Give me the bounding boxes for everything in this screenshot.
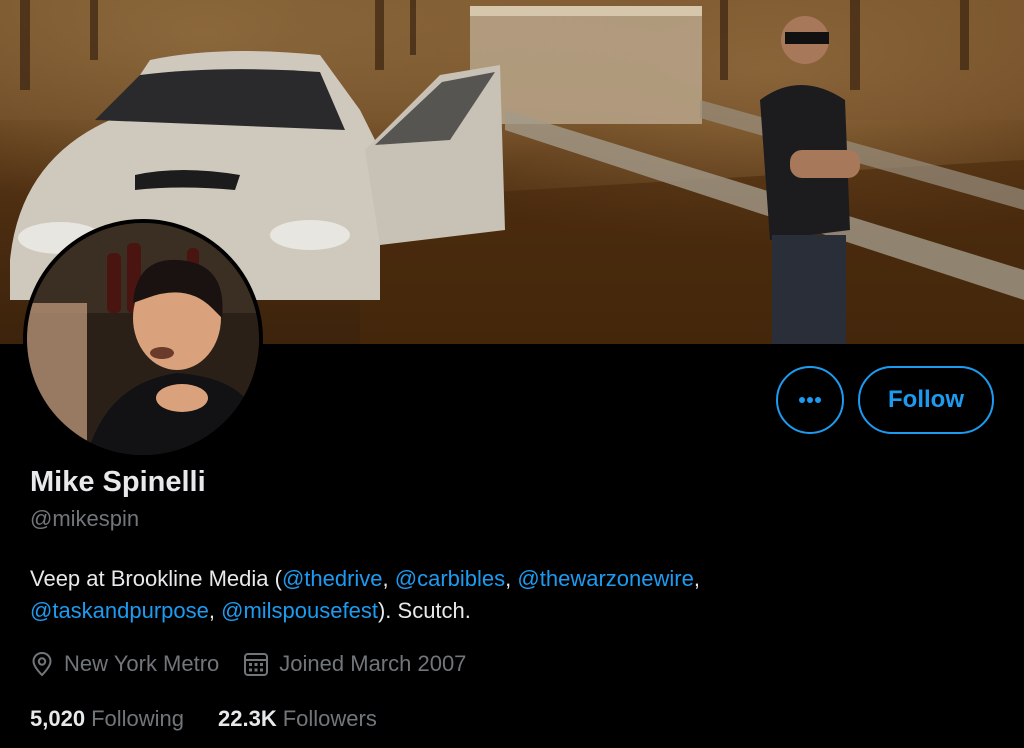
followers-label: Followers [282,706,377,731]
location-pin-icon [32,651,52,677]
display-name: Mike Spinelli [30,466,206,498]
bio-text: Veep at Brookline Media ( [30,566,282,591]
following-label: Following [91,706,184,731]
bio-suffix: ). Scutch. [377,598,471,623]
location-item: New York Metro [30,651,219,677]
follow-button[interactable]: Follow [858,366,994,434]
profile-stats: 5,020 Following 22.3K Followers [30,703,411,735]
bio-mention-taskandpurpose[interactable]: @taskandpurpose [30,598,209,623]
followers-count: 22.3K [218,706,277,731]
bio-mention-thewarzonewire[interactable]: @thewarzonewire [517,566,693,591]
profile-avatar[interactable] [23,219,263,459]
user-handle: @mikespin [30,506,140,531]
following-link[interactable]: 5,020 Following [30,706,184,732]
joined-item: Joined March 2007 [243,651,466,677]
following-count: 5,020 [30,706,86,731]
bio-separator: , [505,566,518,591]
bio-mention-carbibles[interactable]: @carbibles [395,566,505,591]
location-text: New York Metro [64,651,220,676]
bio-mention-thedrive[interactable]: @thedrive [282,566,383,591]
bio-mention-milspousefest[interactable]: @milspousefest [221,598,378,623]
more-horizontal-icon [799,397,821,403]
avatar-photo [27,223,259,455]
bio-separator: , [208,598,222,623]
profile-meta: New York Metro Joined March 2007 [30,648,490,680]
joined-text: Joined March 2007 [279,651,467,676]
more-options-button[interactable] [776,366,844,434]
followers-link[interactable]: 22.3K Followers [218,706,377,732]
profile-bio: Veep at Brookline Media (@thedrive, @car… [30,563,930,627]
calendar-icon [244,653,269,676]
bio-separator: , [693,566,700,591]
bio-separator: , [382,566,395,591]
